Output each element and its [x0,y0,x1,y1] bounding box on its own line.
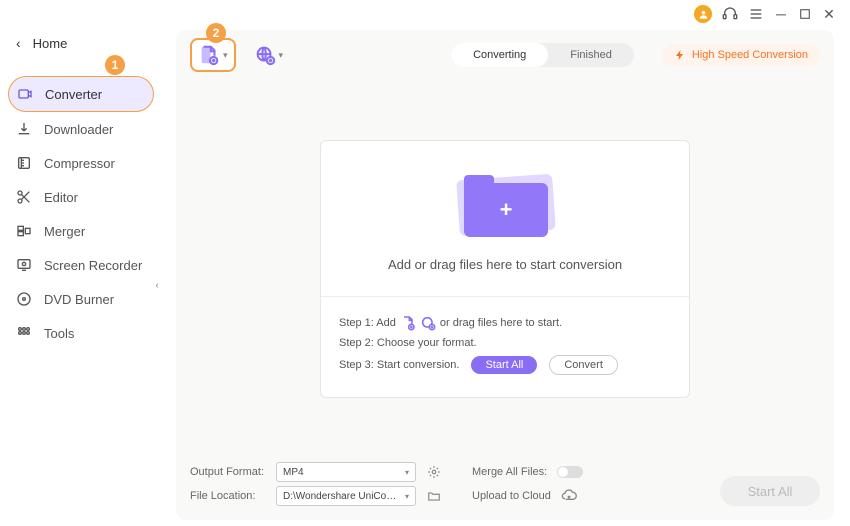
merge-files-toggle[interactable] [557,466,583,478]
gear-icon[interactable] [426,464,442,480]
annotation-badge-1: 1 [105,55,125,75]
sidebar: ‹ Home Converter Downloader Compressor [0,0,162,526]
dropzone-text: Add or drag files here to start conversi… [341,257,669,272]
tab-finished[interactable]: Finished [548,43,634,67]
dropzone[interactable]: + Add or drag files here to start conver… [320,140,690,398]
add-file-icon[interactable] [400,315,416,331]
sidebar-item-merger[interactable]: Merger [0,214,162,248]
sidebar-item-editor[interactable]: Editor [0,180,162,214]
disc-icon [16,291,32,307]
bolt-icon [674,49,686,61]
menu-icon[interactable] [748,6,764,22]
sidebar-item-label: Editor [44,190,78,205]
scissors-icon [16,189,32,205]
download-icon [16,121,32,137]
sidebar-item-downloader[interactable]: Downloader [0,112,162,146]
maximize-button[interactable] [798,7,812,21]
merge-icon [16,223,32,239]
bottom-bar: Output Format: MP4 ▾ Merge All Files: Fi… [190,458,820,510]
status-tabs: Converting Finished [451,43,634,67]
close-button[interactable]: ✕ [822,7,836,21]
user-avatar[interactable] [694,5,712,23]
start-all-button-sm[interactable]: Start All [471,356,537,374]
home-back[interactable]: ‹ Home [0,28,162,58]
file-location-select[interactable]: D:\Wondershare UniConverter 1 ▾ [276,486,416,506]
convert-button-sm[interactable]: Convert [549,355,618,375]
compress-icon [16,155,32,171]
screenrec-icon [16,257,32,273]
start-all-button[interactable]: Start All [720,476,820,506]
merge-files-label: Merge All Files: [472,466,547,478]
folder-illustration: + [450,169,560,241]
cloud-upload-icon[interactable] [561,488,577,504]
sidebar-item-label: Downloader [44,122,113,137]
main-panel: 2 ▾ ▾ Converting Finished High Speed Con… [176,30,834,520]
file-location-label: File Location: [190,490,266,502]
sidebar-item-label: Screen Recorder [44,258,142,273]
output-format-select[interactable]: MP4 ▾ [276,462,416,482]
add-url-icon[interactable] [420,315,436,331]
sidebar-collapse-handle[interactable]: ‹ [150,275,164,295]
chevron-down-icon: ▾ [405,492,409,501]
sidebar-item-label: DVD Burner [44,292,114,307]
step-3: Step 3: Start conversion. Start All Conv… [339,355,671,375]
add-url-icon [254,44,276,66]
plus-icon: + [500,197,513,223]
chevron-down-icon: ▾ [279,50,284,61]
converter-icon [17,86,33,102]
tab-converting[interactable]: Converting [451,43,548,67]
annotation-badge-2: 2 [206,23,226,43]
high-speed-badge[interactable]: High Speed Conversion [662,44,820,66]
grid-icon [16,325,32,341]
step-1: Step 1: Add or drag files here to start. [339,315,671,331]
sidebar-item-compressor[interactable]: Compressor [0,146,162,180]
output-format-label: Output Format: [190,466,266,478]
upload-cloud-label: Upload to Cloud [472,490,551,502]
sidebar-item-label: Converter [45,87,102,102]
headset-icon[interactable] [722,6,738,22]
sidebar-item-label: Compressor [44,156,115,171]
add-url-button[interactable]: ▾ [248,40,290,70]
chevron-left-icon: ‹ [16,35,21,51]
folder-open-icon[interactable] [426,488,442,504]
chevron-down-icon: ▾ [223,50,228,61]
home-label: Home [33,36,68,51]
sidebar-item-label: Tools [44,326,74,341]
add-file-icon [198,44,220,66]
sidebar-item-tools[interactable]: Tools [0,316,162,350]
sidebar-item-converter[interactable]: Converter [8,76,154,112]
add-file-button[interactable]: ▾ [190,38,236,72]
sidebar-item-screenrecorder[interactable]: Screen Recorder [0,248,162,282]
sidebar-item-label: Merger [44,224,85,239]
minimize-button[interactable]: ─ [774,7,788,21]
sidebar-item-dvdburner[interactable]: DVD Burner [0,282,162,316]
step-2: Step 2: Choose your format. [339,337,671,349]
chevron-down-icon: ▾ [405,468,409,477]
